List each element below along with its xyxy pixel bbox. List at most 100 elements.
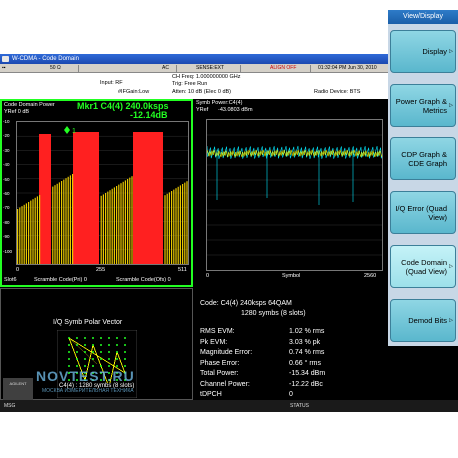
constellation-point [100, 358, 102, 360]
info-bar: Input: RF #IFGain:Low CH Freq: 1.0000000… [0, 73, 388, 99]
cdp-y-tick: -30 [3, 147, 10, 153]
softkey-5[interactable]: Code Domain (Quad View) ▷ [390, 245, 456, 288]
inactive-code-bar [19, 207, 21, 264]
constellation-point [76, 351, 78, 353]
inactive-code-bar [131, 176, 133, 264]
softkey-6[interactable]: Demod Bits ▷ [390, 299, 456, 342]
bottom-status-bar: MSG STATUS [0, 400, 458, 412]
constellation-point [108, 337, 110, 339]
constellation-point [100, 365, 102, 367]
metric-label: Total Power: [200, 370, 239, 377]
constellation-point [92, 337, 94, 339]
inactive-code-bar [173, 189, 175, 264]
symb-power-ref: YRef [196, 107, 209, 113]
inactive-code-bar [17, 209, 19, 264]
inactive-code-bar [69, 175, 71, 264]
constellation-point [100, 344, 102, 346]
inactive-code-bar [109, 190, 111, 264]
inactive-code-bar [111, 188, 113, 264]
constellation-point [100, 337, 102, 339]
marker-diamond-icon [64, 126, 70, 134]
constellation-point [84, 358, 86, 360]
cdp-ref: YRef 0 dB [4, 109, 30, 115]
inactive-code-bar [65, 178, 67, 264]
cdp-x-end: 511 [178, 267, 187, 273]
cdp-y-tick: -80 [3, 219, 10, 225]
cdp-plot-area[interactable]: 1 [16, 121, 189, 265]
softkey-2[interactable]: Power Graph & Metrics ▷ [390, 84, 456, 127]
softkey-menu-title: View/Display [388, 10, 458, 24]
inactive-code-bar [107, 191, 109, 264]
submenu-arrow-icon: ▷ [449, 102, 453, 108]
msg-label: MSG [4, 403, 16, 409]
inactive-code-bar [72, 174, 74, 264]
inactive-code-bar [177, 186, 179, 264]
symb-x-label: Symbol [282, 273, 301, 279]
iq-polar-title: I/Q Symb Polar Vector [53, 319, 123, 326]
inactive-code-bar [100, 195, 102, 264]
constellation-point [92, 358, 94, 360]
inactive-code-bar [102, 194, 104, 264]
coupling-label: AC [162, 65, 169, 71]
constellation-point [84, 337, 86, 339]
cdp-y-tick: -40 [3, 162, 10, 168]
cdp-y-tick: -100 [3, 248, 13, 254]
metric-value: 3.03 % pk [289, 338, 321, 346]
symb-x-end: 2560 [364, 273, 377, 279]
active-channel-bar [133, 132, 163, 264]
active-channel-bar [73, 132, 99, 264]
inactive-code-bar [105, 193, 107, 264]
softkey-4[interactable]: I/Q Error (Quad View) [390, 191, 456, 234]
softkey-label: Demod Bits [408, 316, 447, 325]
softkey-label: Display [422, 47, 447, 56]
symb-x-start: 0 [206, 273, 210, 279]
inactive-code-bar [166, 193, 168, 264]
constellation-point [108, 351, 110, 353]
inactive-code-bar [58, 182, 60, 264]
constellation-point [92, 365, 94, 367]
inactive-code-bar [164, 195, 166, 264]
inactive-code-bar [186, 181, 188, 264]
symbol-power-panel[interactable]: Symb Power:C4(4) YRef -43.0803 dBm 0 Sym… [194, 99, 388, 287]
symbol-power-graph [206, 134, 383, 256]
constellation-point [124, 365, 126, 367]
cdp-title: Code Domain Power [4, 102, 55, 108]
softkey-label: Code Domain (Quad View) [401, 257, 447, 276]
metric-label: tDPCH [200, 391, 222, 398]
submenu-arrow-icon: ▷ [449, 263, 453, 269]
inactive-code-bar [39, 195, 41, 264]
constellation-point [108, 358, 110, 360]
metric-value: -15.34 dBm [289, 370, 326, 377]
metric-label: RMS EVM: [200, 328, 235, 335]
constellation-point [124, 358, 126, 360]
inactive-code-bar [25, 203, 27, 264]
symbol-power-plot-area[interactable] [206, 119, 383, 271]
cdp-x-start: 0 [16, 267, 20, 273]
code-domain-power-panel[interactable]: Code Domain Power YRef 0 dB Mkr1 C4(4) 2… [0, 99, 193, 287]
metric-value: 1.02 % rms [289, 328, 325, 335]
constellation-point [68, 358, 70, 360]
inactive-code-bar [21, 206, 23, 264]
softkey-1[interactable]: Display ▷ [390, 30, 456, 73]
agilent-logo: AGILENT [3, 378, 33, 402]
ch-freq-label: CH Freq: 1.000000000 GHz [172, 74, 241, 80]
inactive-code-bar [179, 185, 181, 264]
inactive-code-bar [56, 183, 58, 264]
atten-label: Atten: 10 dB (Elec 0 dB) [172, 89, 232, 95]
metrics-panel: Code: C4(4) 240ksps 64QAM 1280 symbs (8 … [194, 288, 388, 400]
softkey-3[interactable]: CDP Graph & CDE Graph [390, 137, 456, 180]
sense-label: SENSE:EXT [196, 65, 225, 71]
inactive-code-bar [34, 197, 36, 264]
constellation-point [108, 365, 110, 367]
rf-icon: ▪▪ [2, 65, 6, 71]
metrics-code-line1: Code: C4(4) 240ksps 64QAM [200, 300, 292, 307]
constellation-point [116, 344, 118, 346]
constellation-point [92, 351, 94, 353]
inactive-code-bar [184, 182, 186, 264]
active-channel-bar [39, 134, 51, 264]
inactive-code-bar [118, 184, 120, 264]
constellation-point [84, 344, 86, 346]
cdp-scramble-ofs: Scramble Code(Ofs) 0 [116, 277, 171, 283]
input-label: Input: RF [100, 80, 123, 86]
cdp-y-tick: -90 [3, 234, 10, 240]
